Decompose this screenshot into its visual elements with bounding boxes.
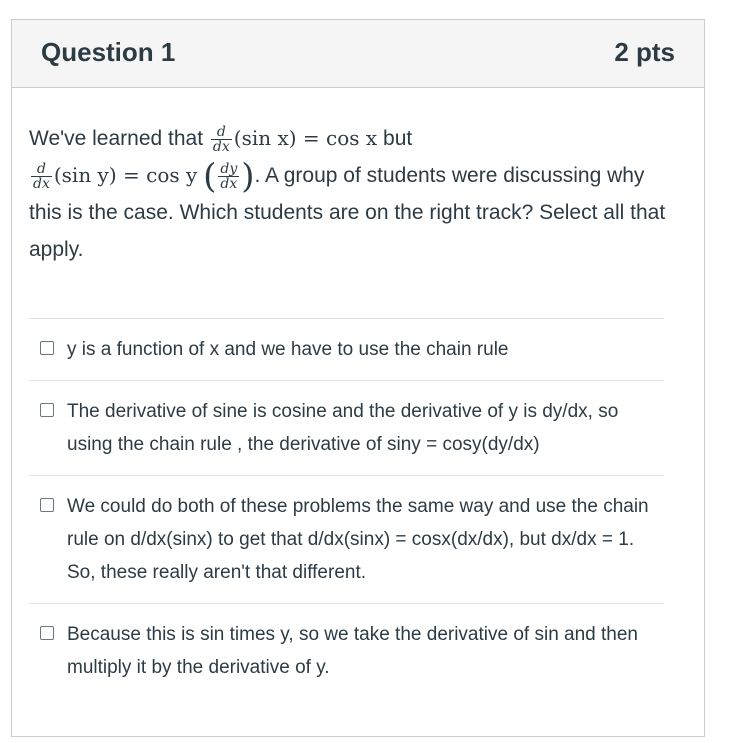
answer-label: The derivative of sine is cosine and the… xyxy=(67,401,619,455)
question-header: Question 1 2 pts xyxy=(12,20,704,88)
dy-dx-fraction: dy dx xyxy=(218,160,240,192)
math-expression-1: (sin x) = cos x xyxy=(233,126,378,150)
answer-list: y is a function of x and we have to use … xyxy=(29,318,664,698)
checkbox-icon[interactable] xyxy=(40,626,54,640)
checkbox-icon[interactable] xyxy=(40,341,54,355)
paren-open: ( xyxy=(203,156,217,197)
question-title: Question 1 xyxy=(41,37,176,67)
answer-label: We could do both of these problems the s… xyxy=(67,496,649,583)
answer-label: y is a function of x and we have to use … xyxy=(67,339,509,360)
question-intro: We've learned that xyxy=(29,127,204,150)
checkbox-icon[interactable] xyxy=(40,498,54,512)
question-but: but xyxy=(383,127,413,150)
question-points: 2 pts xyxy=(614,37,675,67)
answer-option[interactable]: Because this is sin times y, so we take … xyxy=(29,603,664,698)
answer-option[interactable]: We could do both of these problems the s… xyxy=(29,475,664,603)
answer-option[interactable]: y is a function of x and we have to use … xyxy=(29,318,664,380)
math-expression-2: (sin y) = cos y xyxy=(53,163,198,187)
paren-close: ) xyxy=(241,156,255,197)
derivative-operator-2: d dx xyxy=(31,160,52,192)
question-text: We've learned that d dx (sin x) = cos x bu… xyxy=(29,120,669,268)
answer-label: Because this is sin times y, so we take … xyxy=(67,624,638,678)
derivative-operator-1: d dx xyxy=(210,123,232,155)
checkbox-icon[interactable] xyxy=(40,403,54,417)
answer-option[interactable]: The derivative of sine is cosine and the… xyxy=(29,380,664,475)
